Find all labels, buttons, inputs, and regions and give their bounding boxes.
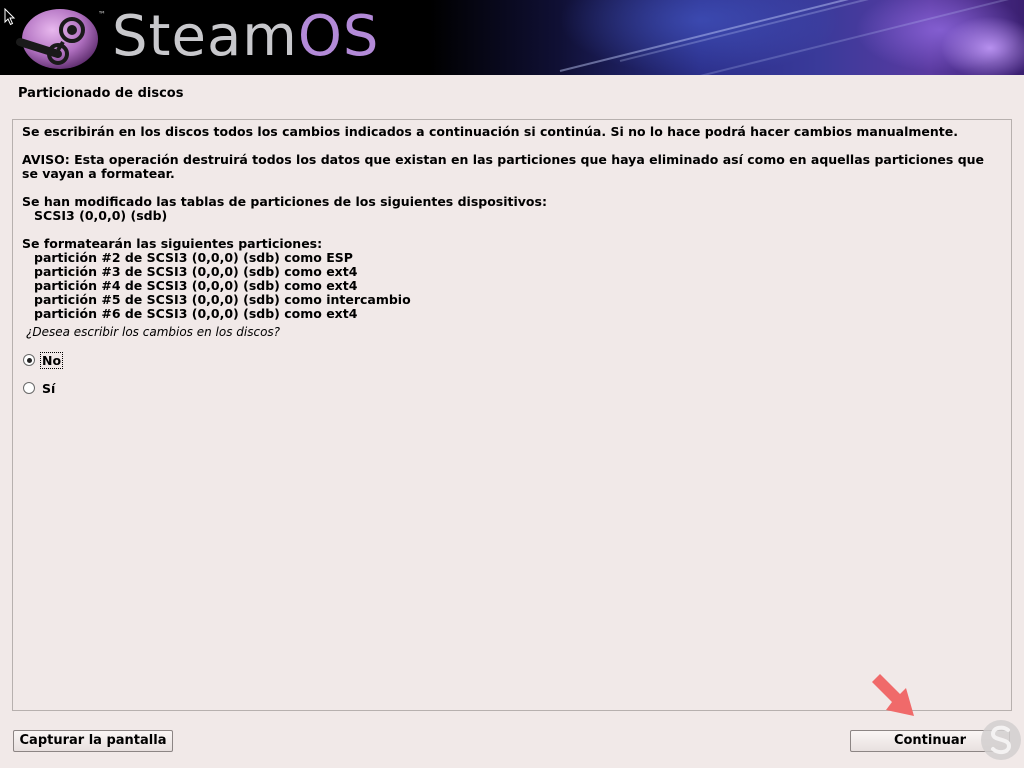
radio-label-no[interactable]: No	[39, 351, 64, 369]
steamos-banner: ™ SteamOS	[0, 0, 1024, 75]
question-text: ¿Desea escribir los cambios en los disco…	[26, 325, 281, 339]
radio-button-si[interactable]	[23, 382, 35, 394]
radio-option-si[interactable]: Sí	[23, 379, 56, 397]
mouse-cursor-icon	[4, 8, 16, 26]
watermark-s-icon	[981, 720, 1021, 760]
format-heading: Se formatearán las siguientes particione…	[22, 236, 323, 251]
annotation-arrow-icon	[872, 674, 914, 716]
brand-suffix: OS	[297, 4, 380, 69]
warning-text-line2: se vayan a formatear.	[22, 166, 175, 181]
partition-item: partición #2 de SCSI3 (0,0,0) (sdb) como…	[34, 250, 353, 265]
steam-logo-icon	[16, 9, 98, 69]
modified-tables-heading: Se han modificado las tablas de particio…	[22, 194, 547, 209]
warning-text-line1: AVISO: Esta operación destruirá todos lo…	[22, 152, 985, 167]
partition-item: partición #3 de SCSI3 (0,0,0) (sdb) como…	[34, 264, 358, 279]
trademark-symbol: ™	[98, 10, 106, 19]
page-title: Particionado de discos	[18, 86, 184, 101]
capture-screen-button[interactable]: Capturar la pantalla	[13, 730, 173, 752]
radio-button-no[interactable]	[23, 354, 35, 366]
brand-prefix: Steam	[112, 4, 298, 69]
partition-item: partición #4 de SCSI3 (0,0,0) (sdb) como…	[34, 278, 358, 293]
partition-item: partición #6 de SCSI3 (0,0,0) (sdb) como…	[34, 306, 358, 321]
radio-label-si[interactable]: Sí	[41, 381, 56, 396]
radio-option-no[interactable]: No	[23, 351, 64, 369]
modified-device: SCSI3 (0,0,0) (sdb)	[34, 208, 168, 223]
partition-item: partición #5 de SCSI3 (0,0,0) (sdb) como…	[34, 292, 411, 307]
brand-name: SteamOS	[112, 2, 379, 72]
content-panel: Se escribirán en los discos todos los ca…	[12, 119, 1012, 711]
info-text: Se escribirán en los discos todos los ca…	[22, 124, 958, 139]
